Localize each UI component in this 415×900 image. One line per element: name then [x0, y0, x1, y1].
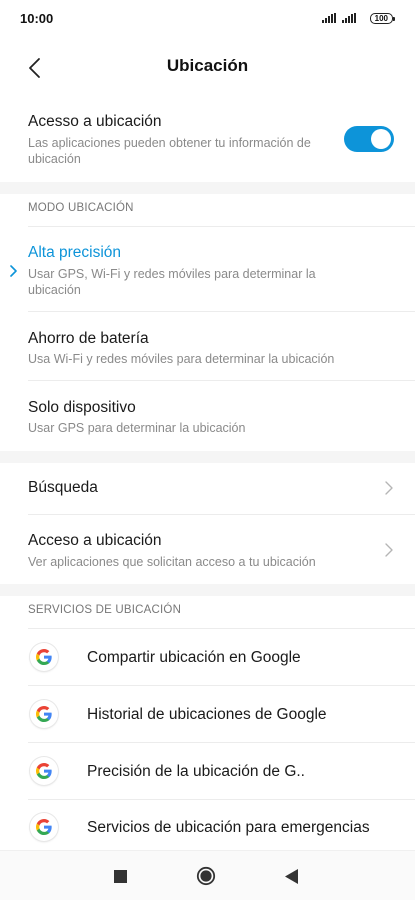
navigation-bar — [0, 850, 415, 900]
title-bar: Ubicación — [0, 36, 415, 96]
app-access-title: Acceso a ubicación — [28, 532, 162, 549]
section-divider — [0, 182, 415, 194]
status-icons: 100 — [321, 12, 396, 24]
mode-item-device-only[interactable]: Solo dispositivo Usar GPS para determina… — [0, 381, 415, 451]
mode-item-subtitle: Usa Wi-Fi y redes móviles para determina… — [28, 352, 335, 366]
mode-item-subtitle: Usar GPS, Wi-Fi y redes móviles para det… — [28, 267, 316, 297]
service-item-share-location[interactable]: Compartir ubicación en Google — [0, 629, 415, 685]
signal-icon — [321, 13, 336, 23]
app-location-access-row[interactable]: Acceso a ubicación Ver aplicaciones que … — [0, 515, 415, 584]
section-divider — [0, 584, 415, 596]
chevron-right-icon — [385, 481, 393, 495]
back-triangle-icon[interactable] — [282, 866, 302, 886]
page-title: Ubicación — [166, 56, 249, 75]
signal-icon-2 — [341, 13, 356, 23]
location-settings-screen: 10:00 100 Ubicación Acesso a ubicación L… — [0, 0, 415, 900]
location-access-switch[interactable] — [344, 126, 394, 152]
service-label: Servicios de ubicación para emergencias — [87, 819, 370, 836]
search-title: Búsqueda — [28, 479, 98, 496]
mode-item-title: Solo dispositivo — [28, 399, 136, 416]
location-access-title: Acesso a ubicación — [28, 113, 162, 130]
status-bar: 10:00 100 — [0, 0, 415, 36]
section-divider — [0, 451, 415, 463]
status-time: 10:00 — [20, 10, 54, 26]
service-label: Precisión de la ubicación de G.. — [87, 763, 305, 780]
search-row[interactable]: Búsqueda — [0, 463, 415, 514]
service-item-location-history[interactable]: Historial de ubicaciones de Google — [0, 686, 415, 742]
app-access-subtitle: Ver aplicaciones que solicitan acceso a … — [28, 555, 316, 569]
home-circle-icon[interactable] — [196, 866, 216, 886]
service-item-location-accuracy[interactable]: Precisión de la ubicación de G.. — [0, 743, 415, 799]
selected-chevron-icon — [10, 265, 17, 277]
location-access-subtitle: Las aplicaciones pueden obtener tu infor… — [28, 136, 311, 166]
recents-square-icon[interactable] — [110, 866, 130, 886]
switch-knob — [371, 129, 391, 149]
battery-icon: 100 — [369, 12, 396, 24]
chevron-right-icon — [385, 543, 393, 557]
google-icon — [30, 813, 58, 841]
google-icon — [30, 643, 58, 671]
service-label: Historial de ubicaciones de Google — [87, 706, 327, 723]
mode-item-subtitle: Usar GPS para determinar la ubicación — [28, 421, 246, 435]
google-icon — [30, 700, 58, 728]
mode-section-header: MODO UBICACIÓN — [28, 202, 134, 214]
mode-item-high-accuracy[interactable]: Alta precisión Usar GPS, Wi-Fi y redes m… — [0, 227, 415, 311]
back-button[interactable] — [20, 54, 48, 82]
service-item-emergency[interactable]: Servicios de ubicación para emergencias — [0, 800, 415, 850]
mode-item-battery-saving[interactable]: Ahorro de batería Usa Wi-Fi y redes móvi… — [0, 312, 415, 380]
services-section-header: SERVICIOS DE UBICACIÓN — [28, 604, 182, 616]
google-icon — [30, 757, 58, 785]
service-label: Compartir ubicación en Google — [87, 649, 301, 666]
mode-item-title: Alta precisión — [28, 244, 122, 261]
chevron-left-icon — [29, 58, 40, 78]
mode-item-title: Ahorro de batería — [28, 330, 149, 347]
